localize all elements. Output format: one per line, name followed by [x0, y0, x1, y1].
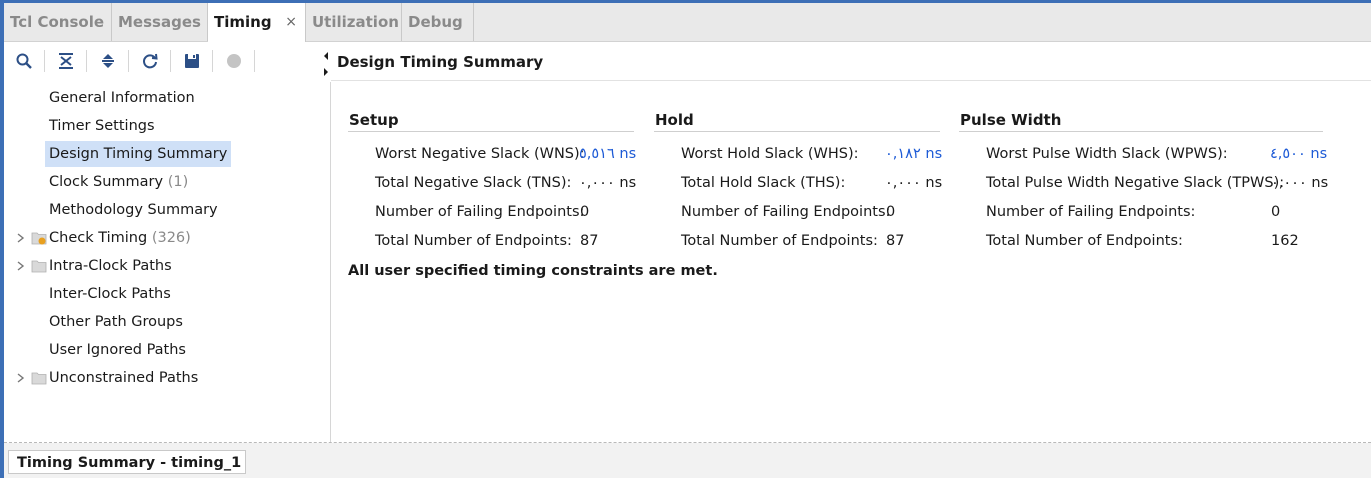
hold-failing-endpoints-value: 0 — [886, 204, 896, 220]
hold-failing-endpoints-label: Number of Failing Endpoints: — [681, 204, 891, 220]
tree-item-inter-clock-paths[interactable]: Inter-Clock Paths — [45, 281, 175, 307]
item-count: (1) — [167, 174, 189, 190]
whs-label: Worst Hold Slack (WHS): — [681, 146, 859, 162]
chevron-right-icon[interactable] — [16, 253, 26, 279]
tpws-value: ٠,٠٠٠ ns — [1271, 175, 1329, 191]
tree-item-check-timing[interactable]: Check Timing (326) — [45, 225, 195, 251]
divider — [331, 80, 1371, 81]
tab-label: Messages — [118, 13, 201, 31]
panel-collapse-icon[interactable] — [322, 50, 330, 78]
tab-debug[interactable]: Debug — [402, 3, 474, 41]
ths-label: Total Hold Slack (THS): — [681, 175, 846, 191]
pulse-failing-endpoints-label: Number of Failing Endpoints: — [986, 204, 1196, 220]
tab-tcl-console[interactable]: Tcl Console — [4, 3, 112, 41]
expand-all-icon[interactable] — [94, 48, 122, 74]
setup-total-endpoints-value: 87 — [580, 233, 599, 249]
pulse-failing-endpoints-value: 0 — [1271, 204, 1281, 220]
search-icon[interactable] — [10, 48, 38, 74]
tree-item-clock-summary[interactable]: Clock Summary (1) — [45, 169, 192, 195]
save-icon[interactable] — [178, 48, 206, 74]
tab-bar: Tcl Console Messages Timing × Utilizatio… — [4, 3, 1371, 42]
wns-label: Worst Negative Slack (WNS): — [375, 146, 585, 162]
tab-timing[interactable]: Timing × — [208, 3, 306, 42]
hold-total-endpoints-label: Total Number of Endpoints: — [681, 233, 878, 249]
stop-icon[interactable] — [220, 48, 248, 74]
hold-heading: Hold — [655, 111, 694, 129]
panel-title: Design Timing Summary — [337, 53, 544, 71]
toolbar — [4, 42, 330, 80]
tab-timing-summary[interactable]: Timing Summary - timing_1 — [8, 450, 246, 474]
refresh-icon[interactable] — [136, 48, 164, 74]
wpws-label: Worst Pulse Width Slack (WPWS): — [986, 146, 1228, 162]
toolbar-separator — [44, 50, 45, 72]
tree-item-other-path-groups[interactable]: Other Path Groups — [45, 309, 187, 335]
toolbar-separator — [86, 50, 87, 72]
whs-value-link[interactable]: ٠,١٨٢ ns — [885, 143, 942, 165]
tns-value: ٠,٠٠٠ ns — [579, 175, 637, 191]
divider — [4, 442, 1371, 443]
divider — [959, 131, 1323, 132]
tree-item-general-information[interactable]: General Information — [45, 85, 199, 111]
chevron-right-icon[interactable] — [16, 365, 26, 391]
close-icon[interactable]: × — [285, 3, 297, 41]
tab-label: Debug — [408, 13, 463, 31]
setup-total-endpoints-label: Total Number of Endpoints: — [375, 233, 572, 249]
toolbar-separator — [254, 50, 255, 72]
tree-item-user-ignored-paths[interactable]: User Ignored Paths — [45, 337, 190, 363]
tree-item-intra-clock-paths[interactable]: Intra-Clock Paths — [45, 253, 176, 279]
tree-item-timer-settings[interactable]: Timer Settings — [45, 113, 159, 139]
timing-tree: General Information Timer Settings Desig… — [4, 82, 331, 442]
tpws-label: Total Pulse Width Negative Slack (TPWS): — [986, 175, 1285, 191]
tab-label: Tcl Console — [10, 13, 105, 31]
ths-value: ٠,٠٠٠ ns — [885, 175, 943, 191]
hold-total-endpoints-value: 87 — [886, 233, 905, 249]
toolbar-separator — [170, 50, 171, 72]
tree-item-methodology-summary[interactable]: Methodology Summary — [45, 197, 222, 223]
wpws-value-link[interactable]: ٤,٥٠٠ ns — [1270, 143, 1327, 165]
tab-messages[interactable]: Messages — [112, 3, 208, 41]
item-count: (326) — [151, 230, 191, 246]
tree-item-unconstrained-paths[interactable]: Unconstrained Paths — [45, 365, 202, 391]
toolbar-separator — [128, 50, 129, 72]
setup-failing-endpoints-value: 0 — [580, 204, 590, 220]
wns-value-link[interactable]: ٥,٥١٦ ns — [579, 143, 636, 165]
setup-failing-endpoints-label: Number of Failing Endpoints: — [375, 204, 585, 220]
status-message: All user specified timing constraints ar… — [348, 263, 718, 279]
chevron-right-icon[interactable] — [16, 225, 26, 251]
tab-label: Timing — [214, 13, 272, 31]
divider — [654, 131, 940, 132]
tns-label: Total Negative Slack (TNS): — [375, 175, 572, 191]
tree-item-design-timing-summary[interactable]: Design Timing Summary — [45, 141, 232, 167]
tab-label: Utilization — [312, 13, 399, 31]
pulse-total-endpoints-label: Total Number of Endpoints: — [986, 233, 1183, 249]
pulse-total-endpoints-value: 162 — [1271, 233, 1299, 249]
pulse-width-heading: Pulse Width — [960, 111, 1062, 129]
tab-utilization[interactable]: Utilization — [306, 3, 402, 41]
toolbar-separator — [212, 50, 213, 72]
collapse-all-icon[interactable] — [52, 48, 80, 74]
divider — [348, 131, 634, 132]
setup-heading: Setup — [349, 111, 399, 129]
